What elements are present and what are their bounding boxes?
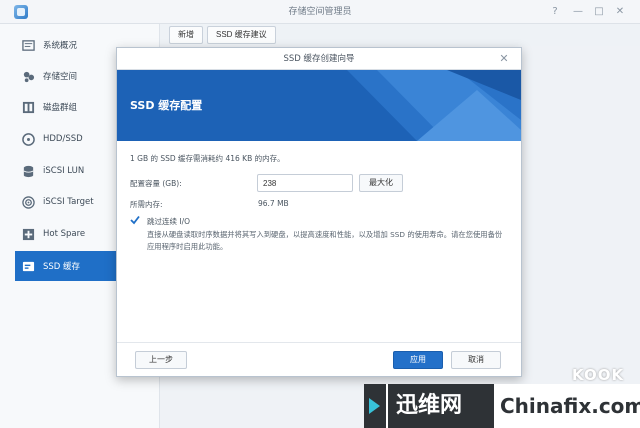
skip-sequential-io-label: 跳过连续 I/O	[147, 217, 191, 226]
sidebar-item-label: iSCSI LUN	[43, 166, 85, 176]
dialog-header-banner: SSD 缓存配置	[117, 70, 521, 141]
ssd-cache-wizard-dialog: SSD 缓存创建向导 ✕ SSD 缓存配置 1 GB 的 SSD 缓存需消耗约 …	[116, 47, 522, 377]
dialog-header-title: SSD 缓存配置	[130, 99, 203, 112]
sidebar-item-label: Hot Spare	[43, 229, 86, 239]
skip-sequential-io-description: 直接从硬盘读取时序数据并将其写入到硬盘，以提高速度和性能，以及增加 SSD 的使…	[147, 230, 503, 251]
disk-group-icon	[21, 100, 35, 114]
maximize-icon[interactable]: □	[591, 4, 607, 20]
watermark-cn: 迅维网	[388, 384, 494, 428]
ssd-cache-icon	[21, 259, 35, 273]
apply-button[interactable]: 应用	[393, 351, 443, 369]
memory-label: 所需内存:	[130, 200, 163, 209]
minimize-icon[interactable]: —	[570, 4, 586, 20]
drive-icon	[21, 132, 35, 146]
sidebar-item-label: iSCSI Target	[43, 197, 94, 207]
dialog-footer: 上一步 应用 取消	[117, 342, 521, 376]
sidebar-item-label: HDD/SSD	[43, 134, 83, 144]
memory-value: 96.7 MB	[258, 199, 289, 208]
site-watermark: 迅维网 Chinafix.com	[364, 384, 640, 428]
previous-button[interactable]: 上一步	[135, 351, 187, 369]
close-icon[interactable]: ✕	[612, 4, 628, 20]
window-titlebar: 存储空间管理员 ? — □ ✕	[0, 0, 640, 24]
dialog-title: SSD 缓存创建向导	[283, 54, 355, 64]
maximize-size-button[interactable]: 最大化	[359, 174, 403, 192]
overview-icon	[21, 38, 35, 52]
dialog-close-icon[interactable]: ✕	[497, 51, 511, 67]
sidebar-item-label: 存储空间	[43, 72, 78, 82]
check-icon	[130, 215, 140, 225]
memory-note: 1 GB 的 SSD 缓存需消耗约 416 KB 的内存。	[130, 154, 285, 163]
ssd-cache-advice-button[interactable]: SSD 缓存建议	[207, 26, 276, 44]
new-button[interactable]: 新增	[169, 26, 203, 44]
skip-sequential-io-checkbox[interactable]	[130, 215, 140, 225]
kook-watermark: KOOK	[572, 366, 625, 384]
storage-icon	[21, 69, 35, 83]
sidebar-item-label: 磁盘群组	[43, 103, 78, 113]
help-icon[interactable]: ?	[547, 4, 563, 20]
cancel-button[interactable]: 取消	[451, 351, 501, 369]
window-title: 存储空间管理员	[288, 7, 352, 17]
database-icon	[21, 164, 35, 178]
plus-icon	[21, 227, 35, 241]
cache-size-input[interactable]	[257, 174, 353, 192]
size-label: 配置容量 (GB):	[130, 179, 182, 188]
sidebar-item-label: 系统概况	[43, 41, 78, 51]
play-arrow-icon	[364, 384, 386, 428]
target-icon	[21, 195, 35, 209]
watermark-en: Chinafix.com	[500, 394, 640, 418]
sidebar-item-label: SSD 缓存	[43, 262, 81, 272]
dialog-titlebar: SSD 缓存创建向导	[117, 48, 521, 70]
